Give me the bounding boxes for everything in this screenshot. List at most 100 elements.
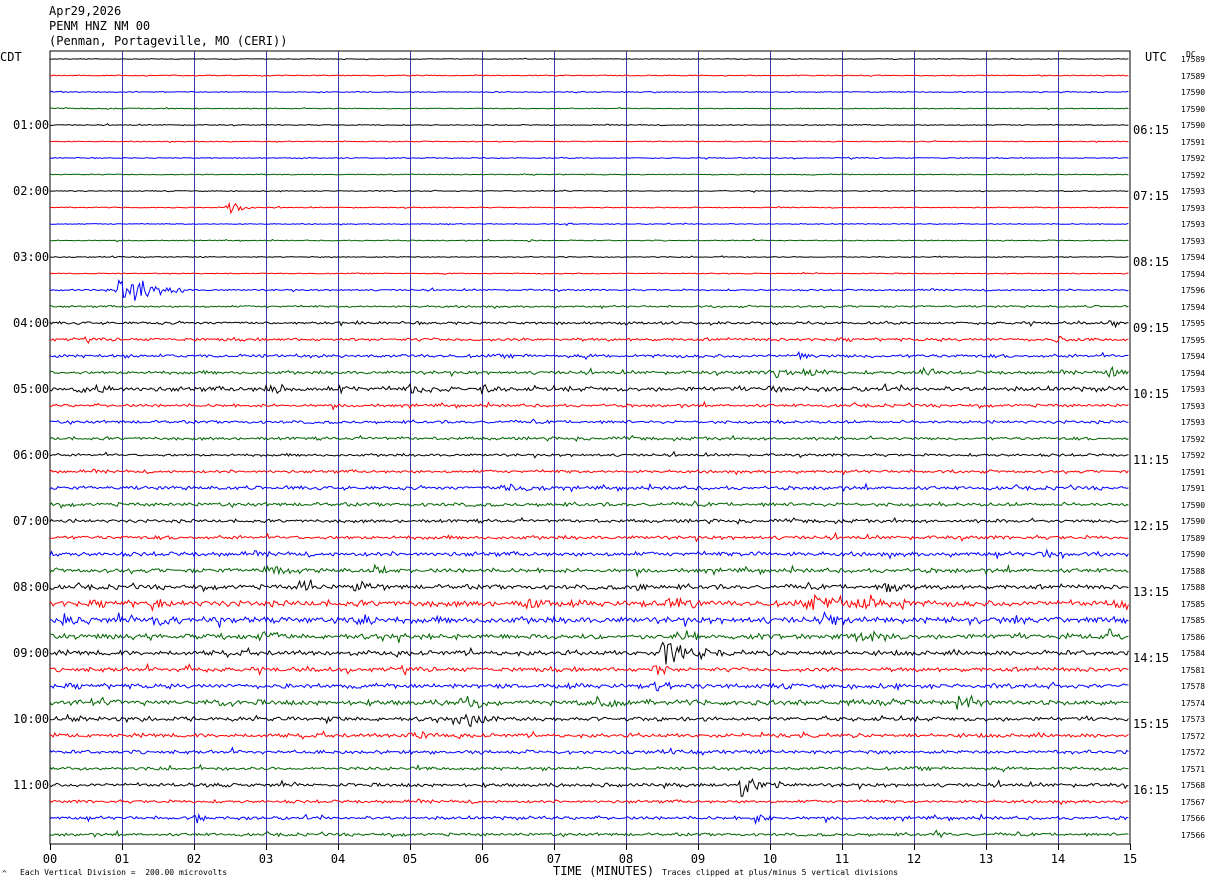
trace-row-47 (49, 829, 1129, 839)
left-time-label: 10:00 (13, 712, 50, 726)
dc-offset-label: 17581 (1181, 665, 1206, 675)
left-time-label: 04:00 (13, 316, 50, 330)
trace-row-22 (49, 418, 1129, 426)
x-tick-label: 09 (690, 852, 706, 866)
x-tick-label: 15 (1122, 852, 1138, 866)
dc-offset-label: 17578 (1181, 682, 1206, 691)
trace-row-29 (49, 531, 1129, 543)
trace-row-16 (49, 319, 1129, 329)
dc-offset-label: 17595 (1181, 335, 1206, 345)
trace-row-26 (49, 482, 1129, 493)
dc-offset-label: 17594 (1181, 269, 1206, 279)
trace-row-10 (49, 222, 1129, 227)
dc-offset-label: 17584 (1181, 649, 1206, 658)
dc-offset-label: 17591 (1181, 484, 1206, 493)
trace-row-45 (49, 798, 1129, 806)
dc-offset-label: 17590 (1181, 88, 1206, 97)
dc-offset-label: 17589 (1181, 55, 1206, 64)
dc-offset-label: 17588 (1181, 566, 1206, 576)
trace-row-38 (49, 681, 1129, 692)
trace-row-20 (49, 382, 1129, 395)
right-time-label: 11:15 (1133, 453, 1170, 467)
trace-row-31 (49, 563, 1129, 578)
right-time-label: 15:15 (1133, 717, 1170, 731)
dc-offset-label: 17594 (1181, 368, 1206, 378)
dc-offset-label: 17593 (1181, 418, 1206, 427)
trace-row-6 (49, 156, 1129, 160)
trace-row-15 (49, 304, 1129, 310)
x-tick-label: 10 (762, 852, 778, 866)
dc-offset-label: 17586 (1181, 632, 1206, 642)
trace-row-41 (49, 730, 1129, 740)
trace-row-19 (49, 365, 1129, 379)
left-time-label: 05:00 (13, 382, 50, 396)
dc-offset-label: 17572 (1181, 748, 1206, 757)
dc-offset-label: 17589 (1181, 71, 1206, 81)
right-time-label: 14:15 (1133, 651, 1170, 665)
x-tick-label: 01 (114, 852, 130, 866)
trace-row-28 (49, 516, 1129, 525)
dc-offset-label: 17574 (1181, 698, 1206, 708)
trace-row-13 (49, 271, 1129, 275)
left-time-label: 01:00 (13, 118, 50, 132)
trace-row-43 (49, 763, 1129, 773)
x-tick-label: 04 (330, 852, 346, 866)
trace-row-46 (49, 812, 1129, 826)
dc-offset-label: 17594 (1181, 352, 1206, 361)
dc-offset-label: 17591 (1181, 467, 1206, 477)
trace-row-24 (49, 450, 1129, 459)
dc-offset-label: 17596 (1181, 286, 1206, 295)
x-tick-label: 11 (834, 852, 850, 866)
trace-row-14 (49, 278, 1129, 301)
dc-offset-label: 17572 (1181, 731, 1206, 741)
trace-row-21 (50, 400, 1129, 411)
dc-offset-label: 17590 (1181, 104, 1206, 114)
trace-row-18 (49, 350, 1129, 361)
dc-offset-label: 17588 (1181, 583, 1206, 592)
trace-row-4 (49, 123, 1129, 127)
trace-row-34 (49, 610, 1129, 628)
trace-row-42 (49, 746, 1129, 756)
dc-offset-label: 17590 (1181, 550, 1206, 559)
dc-offset-label: 17593 (1181, 187, 1206, 196)
left-time-label: 09:00 (13, 646, 50, 660)
right-time-label: 07:15 (1133, 189, 1170, 203)
dc-offset-label: 17566 (1181, 814, 1206, 823)
right-time-label: 16:15 (1133, 783, 1170, 797)
left-time-label: 03:00 (13, 250, 50, 264)
x-tick-label: 06 (474, 852, 490, 866)
dc-offset-label: 17590 (1181, 517, 1206, 526)
dc-offset-label: 17566 (1181, 830, 1206, 840)
dc-offset-label: 17592 (1181, 154, 1206, 163)
x-tick-label: 14 (1050, 852, 1066, 866)
left-time-label: 08:00 (13, 580, 50, 594)
right-time-label: 06:15 (1133, 123, 1170, 137)
trace-row-12 (49, 255, 1129, 259)
trace-row-9 (49, 201, 1129, 215)
trace-row-3 (49, 106, 1129, 111)
dc-offset-label: 17591 (1181, 137, 1206, 147)
trace-row-23 (49, 434, 1129, 442)
trace-row-32 (49, 579, 1129, 593)
trace-row-17 (49, 335, 1129, 344)
dc-offset-label: 17589 (1181, 533, 1206, 543)
trace-row-37 (49, 662, 1129, 676)
x-axis-title: TIME (MINUTES) (553, 864, 655, 878)
corner-mark: ^ (2, 869, 7, 878)
trace-row-35 (49, 628, 1129, 643)
right-time-label: 10:15 (1133, 387, 1170, 401)
trace-row-36 (49, 641, 1129, 665)
dc-offset-label: 17585 (1181, 599, 1206, 609)
trace-row-5 (49, 140, 1129, 144)
x-tick-label: 03 (258, 852, 274, 866)
x-tick-label: 12 (906, 852, 922, 866)
trace-row-27 (49, 500, 1129, 509)
trace-row-0 (50, 57, 1129, 61)
dc-offset-label: 17590 (1181, 500, 1206, 510)
dc-offset-label: 17593 (1181, 220, 1206, 229)
trace-row-33 (49, 593, 1129, 613)
dc-offset-label: 17573 (1181, 715, 1206, 724)
right-time-label: 09:15 (1133, 321, 1170, 335)
x-tick-label: 13 (978, 852, 994, 866)
left-time-label: 11:00 (13, 778, 50, 792)
